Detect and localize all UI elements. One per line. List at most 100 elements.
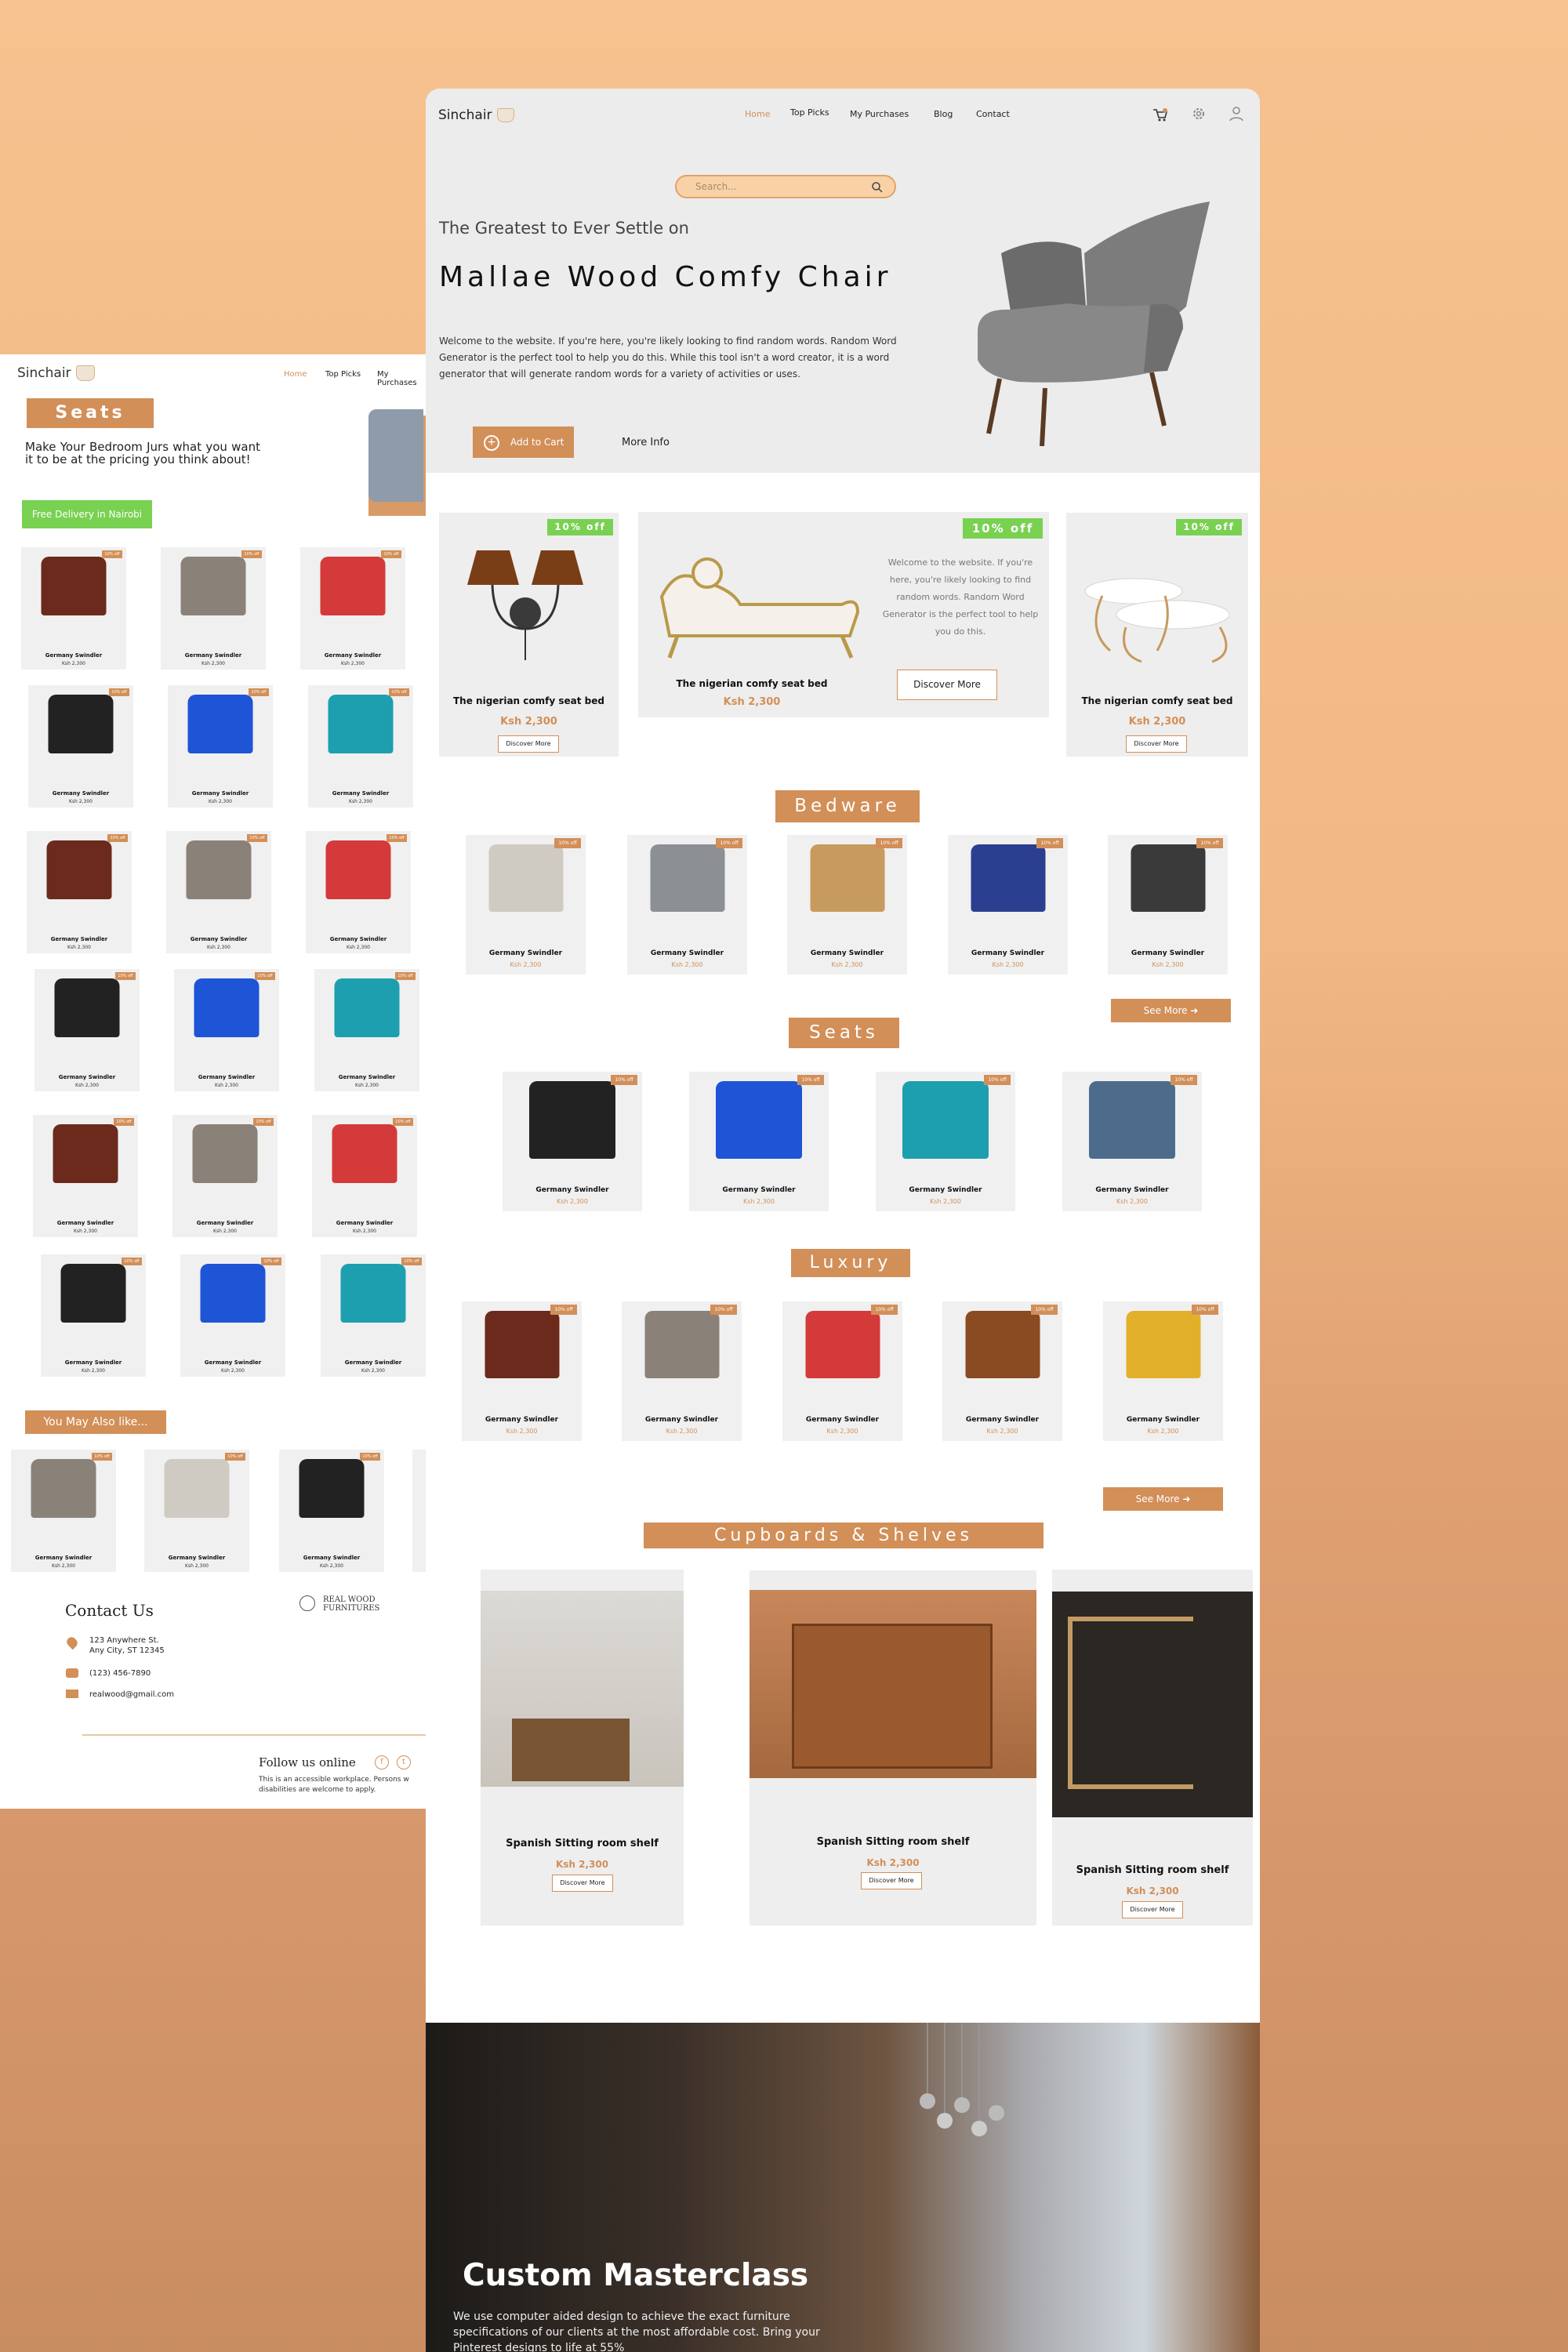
logo[interactable]: Sinchair (17, 365, 95, 381)
see-more-luxury-button[interactable]: See More ➜ (1103, 1487, 1223, 1511)
luxury-card[interactable]: 10% off Germany Swindler Ksh 2,300 (1103, 1301, 1223, 1441)
seat-card[interactable]: 10% off Germany Swindler Ksh 2,300 (312, 1115, 417, 1237)
seat-card[interactable]: 10% off Germany Swindler Ksh 2,300 (41, 1254, 146, 1377)
facebook-icon[interactable]: f (375, 1755, 389, 1769)
cart-icon[interactable] (1152, 107, 1169, 123)
see-more-bedware-button[interactable]: See More ➜ (1111, 999, 1231, 1022)
twitter-icon[interactable]: t (397, 1755, 411, 1769)
bedware-card[interactable]: 10% off Germany Swindler Ksh 2,300 (787, 835, 907, 975)
product-image (529, 1081, 615, 1159)
shelf-card-2[interactable]: Spanish Sitting room shelf Ksh 2,300 Dis… (750, 1570, 1036, 1926)
nav-contact[interactable]: Contact (976, 109, 1010, 119)
promo-card-lamp[interactable]: 10% off The nigerian comfy seat bed Ksh … (439, 513, 619, 757)
product-image (325, 840, 391, 899)
nav-home[interactable]: Home (745, 109, 770, 119)
seat-card[interactable]: 10% off Germany Swindler Ksh 2,300 (503, 1072, 642, 1211)
seat-card[interactable]: 10% off Germany Swindler Ksh 2,300 (314, 969, 419, 1091)
discount-tag: 10% off (550, 1305, 577, 1315)
also-like-card[interactable]: 10% off Germany Swindler Ksh 2,300 (11, 1450, 116, 1572)
seat-card[interactable]: 10% off Germany Swindler Ksh 2,300 (28, 685, 133, 808)
bedware-card[interactable]: 10% off Germany Swindler Ksh 2,300 (466, 835, 586, 975)
discover-more-button[interactable]: Discover More (1122, 1901, 1183, 1918)
seat-card[interactable]: 10% off Germany Swindler Ksh 2,300 (168, 685, 273, 808)
discount-tag: 10% off (395, 972, 416, 980)
product-price: Ksh 2,300 (361, 1368, 385, 1374)
seat-card[interactable]: 10% off Germany Swindler Ksh 2,300 (689, 1072, 829, 1211)
seat-card[interactable]: 10% off Germany Swindler Ksh 2,300 (161, 547, 266, 670)
product-image (54, 978, 120, 1037)
logo[interactable]: Sinchair (438, 107, 514, 123)
discover-more-button[interactable]: Discover More (498, 735, 559, 753)
seat-card[interactable]: 10% off Germany Swindler Ksh 2,300 (33, 1115, 138, 1237)
product-price: Ksh 2,300 (506, 1428, 538, 1435)
seat-card[interactable]: 10% off Germany Swindler Ksh 2,300 (34, 969, 140, 1091)
product-image (485, 1311, 559, 1378)
nav-top-picks[interactable]: Top Picks (790, 107, 829, 118)
luxury-card[interactable]: 10% off Germany Swindler Ksh 2,300 (782, 1301, 902, 1441)
nav-top-picks[interactable]: Top Picks (325, 370, 361, 379)
discount-tag: 10% off (92, 1453, 112, 1461)
more-info-link[interactable]: More Info (622, 437, 670, 448)
seat-card[interactable]: 10% off Germany Swindler Ksh 2,300 (172, 1115, 278, 1237)
section-title-bedware: Bedware (775, 790, 920, 822)
free-delivery-badge[interactable]: Free Delivery in Nairobi (22, 500, 152, 528)
bedware-card[interactable]: 10% off Germany Swindler Ksh 2,300 (948, 835, 1068, 975)
nav-my-purchases[interactable]: My Purchases (850, 109, 909, 119)
product-name: Germany Swindler (184, 652, 242, 659)
discount-badge: 10% off (547, 519, 613, 535)
seat-card[interactable]: 10% off Germany Swindler Ksh 2,300 (27, 831, 132, 953)
nav-home[interactable]: Home (284, 370, 307, 379)
luxury-card[interactable]: 10% off Germany Swindler Ksh 2,300 (942, 1301, 1062, 1441)
nav-my-purchases[interactable]: My Purchases (377, 370, 427, 387)
phone-number[interactable]: (123) 456-7890 (89, 1668, 151, 1679)
bedware-card[interactable]: 10% off Germany Swindler Ksh 2,300 (1108, 835, 1228, 975)
masterclass-title: Custom Masterclass (463, 2258, 809, 2293)
product-price: Ksh 2,300 (221, 1368, 245, 1374)
seat-card[interactable]: 10% off Germany Swindler Ksh 2,300 (321, 1254, 426, 1377)
seat-card[interactable]: 10% off Germany Swindler Ksh 2,300 (308, 685, 413, 808)
seat-card[interactable]: 10% off Germany Swindler Ksh 2,300 (876, 1072, 1015, 1211)
also-like-card[interactable]: 10% off Germany Swindler Ksh 2,300 (279, 1450, 384, 1572)
discount-tag: 10% off (255, 972, 275, 980)
product-image (186, 840, 252, 899)
product-image (334, 978, 400, 1037)
search-placeholder: Search... (695, 181, 737, 192)
seat-card[interactable]: 10% off Germany Swindler Ksh 2,300 (21, 547, 126, 670)
also-like-card[interactable]: 10% off Germany Swindler Ksh 2,300 (144, 1450, 249, 1572)
seats-page-preview: Sinchair Home Top Picks My Purchases Sea… (0, 354, 427, 1809)
discover-more-button[interactable]: Discover More (861, 1872, 922, 1889)
product-price: Ksh 2,300 (1116, 1198, 1148, 1205)
bedware-card[interactable]: 10% off Germany Swindler Ksh 2,300 (627, 835, 747, 975)
seat-card[interactable]: 10% off Germany Swindler Ksh 2,300 (174, 969, 279, 1091)
product-name: Germany Swindler (303, 1555, 361, 1561)
seat-card[interactable]: 10% off Germany Swindler Ksh 2,300 (166, 831, 271, 953)
product-price: Ksh 2,300 (67, 945, 91, 950)
nav-blog[interactable]: Blog (934, 109, 953, 119)
user-profile-icon[interactable] (1229, 106, 1244, 122)
product-name: Germany Swindler (535, 1186, 609, 1194)
discover-more-button[interactable]: Discover More (552, 1875, 613, 1892)
settings-gear-icon[interactable] (1191, 106, 1207, 122)
seat-card[interactable]: 10% off Germany Swindler Ksh 2,300 (1062, 1072, 1202, 1211)
discover-more-button[interactable]: Discover More (1126, 735, 1187, 753)
luxury-card[interactable]: 10% off Germany Swindler Ksh 2,300 (462, 1301, 582, 1441)
search-input[interactable]: Search... (675, 175, 896, 198)
shelf-card-3[interactable]: Spanish Sitting room shelf Ksh 2,300 Dis… (1052, 1570, 1253, 1926)
discount-tag: 10% off (107, 834, 128, 842)
seat-card[interactable]: 10% off Germany Swindler Ksh 2,300 (180, 1254, 285, 1377)
email-address[interactable]: realwood@gmail.com (89, 1690, 174, 1700)
search-icon[interactable] (871, 181, 884, 194)
promo-card-table[interactable]: 10% off The nigerian comfy seat bed Ksh … (1066, 513, 1248, 757)
promo-card-chaise[interactable]: 10% off Welcome to the website. If you'r… (638, 512, 1049, 717)
add-to-cart-button[interactable]: + Add to Cart (473, 426, 574, 458)
seat-card[interactable]: 10% off Germany Swindler Ksh 2,300 (300, 547, 405, 670)
luxury-card[interactable]: 10% off Germany Swindler Ksh 2,300 (622, 1301, 742, 1441)
product-price: Ksh 2,300 (341, 661, 365, 666)
logo-text: Sinchair (17, 365, 71, 381)
product-name: Germany Swindler (196, 1220, 254, 1226)
discount-tag: 10% off (1192, 1305, 1218, 1315)
product-price: Ksh 2,300 (215, 1083, 238, 1088)
shelf-card-1[interactable]: Spanish Sitting room shelf Ksh 2,300 Dis… (481, 1570, 684, 1926)
seat-card[interactable]: 10% off Germany Swindler Ksh 2,300 (306, 831, 411, 953)
discover-more-button[interactable]: Discover More (897, 670, 997, 700)
